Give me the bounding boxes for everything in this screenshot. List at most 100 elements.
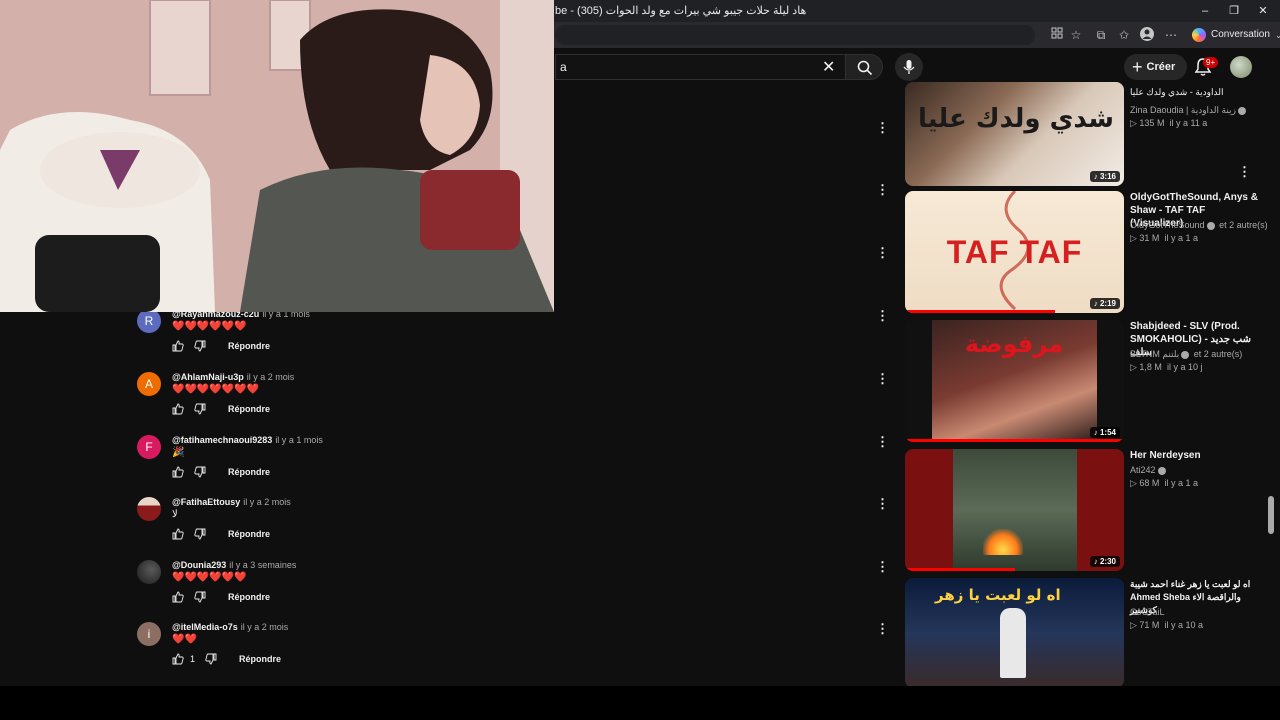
more-vert-icon[interactable]: ⋮ (876, 622, 889, 636)
recommendation-item[interactable]: اه لو لعبت يا زهر اه لو لعبت يا زهر غناء… (905, 578, 1265, 686)
more-vert-icon[interactable]: ⋮ (876, 497, 889, 511)
thumbnail-text: TAF TAF (946, 234, 1083, 270)
close-window-button[interactable]: ✕ (1248, 2, 1278, 20)
channel-name[interactable]: OldyGotTheSound et 2 autre(s) (1130, 220, 1268, 230)
reply-button[interactable]: Répondre (228, 404, 270, 414)
clear-search-icon[interactable]: ✕ (822, 57, 835, 77)
comment-author[interactable]: @Dounia293 il y a 3 semaines (172, 560, 296, 570)
thumbs-up-icon[interactable] (172, 403, 184, 415)
video-thumbnail[interactable]: اه لو لعبت يا زهر (905, 578, 1124, 686)
more-vert-icon[interactable]: ⋮ (1238, 165, 1251, 179)
reply-button[interactable]: Répondre (228, 592, 270, 602)
comment-author[interactable]: @fatihamechnaoui9283 il y a 1 mois (172, 435, 323, 445)
thumbs-down-icon[interactable] (194, 340, 206, 352)
search-button[interactable] (845, 54, 883, 80)
comment-avatar[interactable]: F (137, 435, 161, 459)
verified-icon (1157, 466, 1166, 475)
reply-button[interactable]: Répondre (228, 467, 270, 477)
thumbnail-text: مرفوضة (964, 330, 1064, 358)
recommendation-item[interactable]: ♪ 2:30 Her Nerdeysen Ati242 ▷ 68 M il y … (905, 449, 1265, 573)
channel-name[interactable]: Ati242 (1130, 465, 1260, 475)
more-vert-icon[interactable]: ⋮ (876, 183, 889, 197)
thumbs-down-icon[interactable] (194, 403, 206, 415)
comment-avatar[interactable]: i (137, 622, 161, 646)
more-options-icon[interactable]: ⋯ (1163, 27, 1179, 43)
more-vert-icon[interactable]: ⋮ (876, 435, 889, 449)
more-vert-icon[interactable]: ⋮ (876, 246, 889, 260)
comment-actions: Répondre (172, 527, 270, 541)
video-meta: ▷ 1,8 M il y a 10 j (1130, 362, 1203, 372)
thumbs-down-icon[interactable] (194, 466, 206, 478)
comment-avatar[interactable]: A (137, 372, 161, 396)
more-vert-icon[interactable]: ⋮ (876, 372, 889, 386)
profile-icon[interactable] (1139, 27, 1155, 43)
comment-time[interactable]: il y a 2 mois (247, 372, 295, 382)
video-title[interactable]: الداودية - شدي ولدك عليا (1130, 86, 1260, 99)
bottom-bar (0, 686, 1280, 720)
more-vert-icon[interactable]: ⋮ (876, 121, 889, 135)
recommendation-item[interactable]: مرفوضة ♪ 1:54 Shabjdeed - SLV (Prod. SMO… (905, 320, 1265, 444)
thumbs-down-icon[interactable] (205, 653, 217, 665)
more-vert-icon[interactable]: ⋮ (876, 560, 889, 574)
thumbs-up-icon[interactable] (172, 591, 184, 603)
comment-author-name[interactable]: @FatihaEttousy (172, 497, 240, 507)
maximize-button[interactable]: ❐ (1219, 2, 1249, 20)
play-icon: ▷ (1130, 233, 1140, 243)
video-thumbnail[interactable]: ♪ 2:30 (905, 449, 1124, 571)
channel-name[interactable]: CoCTaiL (1130, 607, 1260, 617)
search-input[interactable]: a (555, 54, 845, 80)
recommendation-item[interactable]: TAF TAF ♪ 2:19 OldyGotTheSound, Anys & S… (905, 191, 1268, 315)
video-title[interactable]: Her Nerdeysen (1130, 449, 1260, 462)
comment-avatar[interactable] (137, 560, 161, 584)
watch-progress (905, 439, 1124, 442)
star-icon[interactable]: ☆ (1068, 27, 1084, 43)
comment-item: @FatihaEttousy il y a 2 mois لا Répondre … (137, 497, 897, 559)
comment-author-name[interactable]: @fatihamechnaoui9283 (172, 435, 272, 445)
tab-title[interactable]: be - هاد ليلة حلات جيبو شي بيرات مع ولد … (555, 4, 806, 17)
thumbs-up-icon[interactable] (172, 340, 184, 352)
comment-author-name[interactable]: @itelMedia-o7s (172, 622, 238, 632)
comment-actions: Répondre (172, 339, 270, 353)
address-bar[interactable] (555, 25, 1035, 45)
thumbs-down-icon[interactable] (194, 591, 206, 603)
more-vert-icon[interactable]: ⋮ (876, 309, 889, 323)
comment-time[interactable]: il y a 3 semaines (229, 560, 296, 570)
comment-avatar[interactable]: R (137, 309, 161, 333)
thumbs-down-icon[interactable] (194, 528, 206, 540)
reply-button[interactable]: Répondre (228, 341, 270, 351)
comment-time[interactable]: il y a 1 mois (275, 435, 323, 445)
video-thumbnail[interactable]: شدي ولدك عليا ♪ 3:16 (905, 82, 1124, 186)
thumbs-up-icon[interactable] (172, 466, 184, 478)
comment-author-name[interactable]: @AhlamNaji-u3p (172, 372, 244, 382)
play-icon: ▷ (1130, 362, 1140, 372)
thumbs-up-icon[interactable] (172, 528, 184, 540)
minimize-button[interactable]: – (1190, 2, 1220, 20)
comment-time[interactable]: il y a 2 mois (243, 497, 291, 507)
channel-name[interactable]: BLTNM بلتنم et 2 autre(s) (1130, 349, 1260, 360)
comment-item: F @fatihamechnaoui9283 il y a 1 mois 🎉 Ré… (137, 435, 897, 497)
comment-time[interactable]: il y a 2 mois (241, 622, 289, 632)
favorites-icon[interactable]: ✩ (1116, 27, 1132, 43)
verified-icon (1181, 350, 1190, 359)
channel-name[interactable]: Zina Daoudia | زينة الداودية (1130, 105, 1260, 116)
thumbs-up-icon[interactable] (172, 653, 184, 665)
page-scrollbar[interactable] (1268, 496, 1274, 534)
play-icon: ▷ (1130, 478, 1140, 488)
video-thumbnail[interactable]: TAF TAF ♪ 2:19 (905, 191, 1124, 313)
recommendation-item[interactable]: شدي ولدك عليا ♪ 3:16 الداودية - شدي ولدك… (905, 62, 1265, 186)
play-icon: ▷ (1130, 118, 1140, 128)
extensions-icon[interactable]: ⧉ (1093, 27, 1109, 43)
reply-button[interactable]: Répondre (228, 529, 270, 539)
comment-author[interactable]: @AhlamNaji-u3p il y a 2 mois (172, 372, 294, 382)
conversation-button[interactable]: Conversation ⌄ (1186, 25, 1280, 45)
video-thumbnail[interactable]: مرفوضة ♪ 1:54 (905, 320, 1124, 442)
comment-avatar[interactable] (137, 497, 161, 521)
comment-author[interactable]: @itelMedia-o7s il y a 2 mois (172, 622, 288, 632)
comment-author[interactable]: @FatihaEttousy il y a 2 mois (172, 497, 291, 507)
comment-author-name[interactable]: @Dounia293 (172, 560, 226, 570)
watch-progress (905, 568, 1015, 571)
reply-button[interactable]: Répondre (239, 654, 281, 664)
fire-graphic (983, 529, 1023, 555)
comment-actions: 1 Répondre (172, 652, 281, 666)
app-grid-icon[interactable] (1049, 27, 1065, 43)
